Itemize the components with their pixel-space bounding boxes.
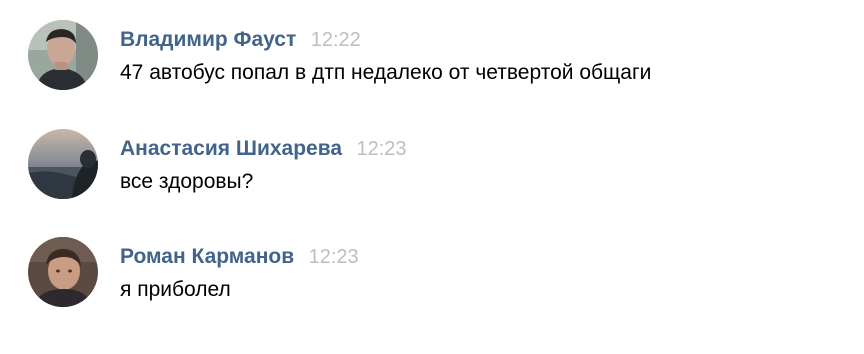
message-text: все здоровы? xyxy=(120,170,254,193)
message-header: Анастасия Шихарева 12:23 xyxy=(120,137,407,163)
avatar[interactable] xyxy=(28,129,98,199)
chat-message-list: Владимир Фауст 12:22 47 автобус попал в … xyxy=(0,0,864,354)
message-time[interactable]: 12:23 xyxy=(357,138,407,160)
message-header: Роман Карманов 12:23 xyxy=(120,245,359,271)
message-time[interactable]: 12:22 xyxy=(311,29,361,51)
avatar-photo-icon xyxy=(28,20,98,90)
message-header: Владимир Фауст 12:22 xyxy=(120,28,361,54)
avatar[interactable] xyxy=(28,237,98,307)
message-text: 47 автобус попал в дтп недалеко от четве… xyxy=(120,61,652,84)
author-name[interactable]: Анастасия Шихарева xyxy=(120,137,342,160)
message-text: я приболел xyxy=(120,278,231,301)
avatar[interactable] xyxy=(28,20,98,90)
message-time[interactable]: 12:23 xyxy=(309,246,359,268)
avatar-photo-icon xyxy=(28,237,98,307)
author-name[interactable]: Роман Карманов xyxy=(120,245,294,268)
author-name[interactable]: Владимир Фауст xyxy=(120,28,296,51)
chat-message: Владимир Фауст 12:22 47 автобус попал в … xyxy=(28,20,828,92)
chat-message: Анастасия Шихарева 12:23 все здоровы? xyxy=(28,129,828,201)
avatar-photo-icon xyxy=(28,129,98,199)
chat-message: Роман Карманов 12:23 я приболел xyxy=(28,237,828,309)
